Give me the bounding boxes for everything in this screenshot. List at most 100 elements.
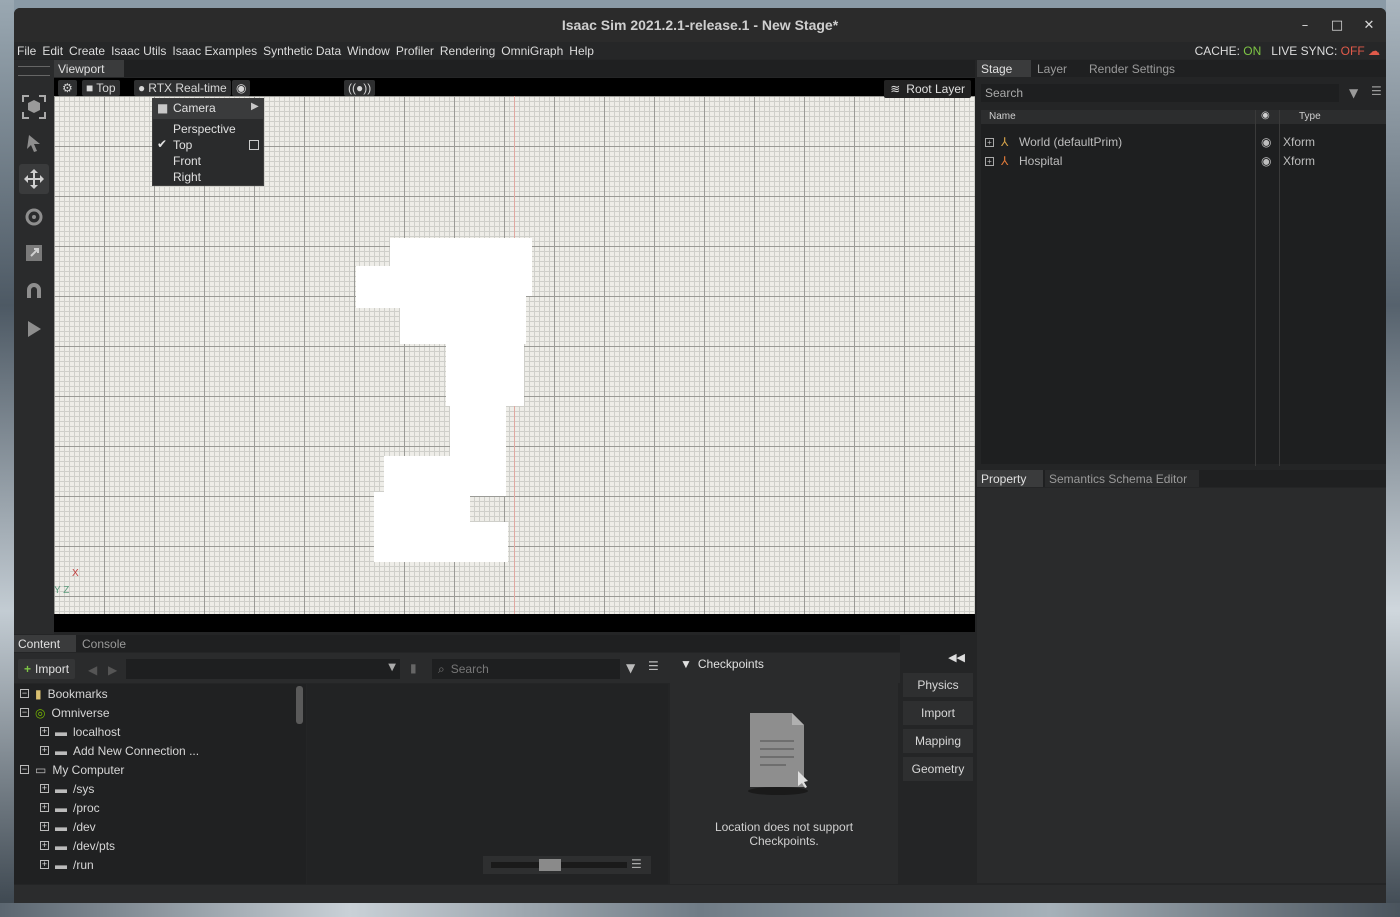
menu-file[interactable]: File — [14, 44, 39, 58]
live-stream-button[interactable]: ((●)) — [344, 80, 376, 96]
expand-icon[interactable]: + — [985, 156, 994, 166]
eye-icon: ◉ — [1261, 110, 1270, 121]
tab-semantics-schema-editor[interactable]: Semantics Schema Editor — [1045, 470, 1199, 487]
move-tool[interactable] — [19, 164, 49, 194]
mapping-button[interactable]: Mapping — [903, 729, 973, 753]
camera-menu-header[interactable]: ■ Camera ▶ — [153, 99, 263, 119]
drive-icon: ▬ — [55, 781, 67, 796]
camera-option-top[interactable]: Top — [173, 137, 192, 153]
geometry-button[interactable]: Geometry — [903, 757, 973, 781]
column-divider[interactable] — [1279, 110, 1280, 466]
live-sync-status[interactable]: LIVE SYNC: OFF ☁ — [1271, 44, 1380, 58]
bookmark-icon[interactable]: ▮ — [410, 661, 417, 675]
visibility-button[interactable]: ◉ — [232, 80, 251, 96]
filter-icon[interactable]: ▼ — [626, 661, 635, 675]
menu-window[interactable]: Window — [344, 44, 393, 58]
back-arrow-icon[interactable]: ◀ — [88, 663, 97, 677]
tab-console[interactable]: Console — [78, 635, 136, 652]
menu-help[interactable]: Help — [566, 44, 597, 58]
expand-icon[interactable]: + — [40, 746, 49, 755]
expand-icon[interactable]: + — [40, 803, 49, 812]
tree-item-dev-pts[interactable]: + ▬ /dev/pts — [40, 836, 115, 855]
physics-button[interactable]: Physics — [903, 673, 973, 697]
expand-icon[interactable]: + — [40, 860, 49, 869]
column-divider[interactable] — [1255, 110, 1256, 466]
name-column-header[interactable]: Name — [989, 111, 1016, 122]
camera-option-right[interactable]: Right — [173, 169, 201, 185]
content-search-input[interactable]: ⌕ Search — [432, 659, 620, 679]
snap-tool[interactable] — [19, 276, 49, 306]
expand-icon[interactable]: + — [985, 137, 994, 147]
tab-property[interactable]: Property — [977, 470, 1043, 487]
cursor-icon — [27, 135, 40, 152]
menu-create[interactable]: Create — [66, 44, 108, 58]
menu-omnigraph[interactable]: OmniGraph — [498, 44, 566, 58]
menu-synthetic-data[interactable]: Synthetic Data — [260, 44, 344, 58]
tree-item-run[interactable]: + ▬ /run — [40, 855, 94, 874]
expand-icon[interactable]: + — [40, 841, 49, 850]
tab-render-settings[interactable]: Render Settings — [1085, 60, 1185, 77]
expand-icon[interactable]: + — [40, 822, 49, 831]
eye-icon: ◉ — [236, 81, 247, 95]
root-layer-button[interactable]: ≋ Root Layer — [884, 80, 971, 98]
expand-icon[interactable]: + — [40, 727, 49, 736]
tree-item-bookmarks[interactable]: − ▮ Bookmarks — [20, 684, 108, 703]
checkpoints-header[interactable]: ▼ Checkpoints — [680, 657, 764, 671]
collapse-icon[interactable]: − — [20, 689, 29, 698]
menu-isaac-examples[interactable]: Isaac Examples — [169, 44, 260, 58]
frame-selection-tool[interactable] — [19, 92, 49, 122]
import-button[interactable]: + Import — [18, 659, 76, 679]
zoom-slider[interactable]: ☰ — [483, 856, 651, 874]
menu-icon[interactable]: ☰ — [648, 659, 659, 673]
zoom-slider-handle[interactable] — [539, 859, 561, 871]
visibility-eye-icon[interactable]: ◉ — [1261, 154, 1271, 168]
forward-arrow-icon[interactable]: ▶ — [108, 663, 117, 677]
path-dropdown[interactable]: ▼ — [126, 659, 400, 679]
camera-button[interactable]: ■ Top — [82, 80, 120, 96]
rotate-tool[interactable] — [19, 202, 49, 232]
menu-isaac-utils[interactable]: Isaac Utils — [108, 44, 169, 58]
tab-viewport[interactable]: Viewport — [54, 60, 124, 77]
viewport-settings-button[interactable]: ⚙ — [58, 80, 77, 96]
tree-item-sys[interactable]: + ▬ /sys — [40, 779, 94, 798]
stage-search-input[interactable]: Search — [981, 84, 1339, 102]
collapse-panel-icon[interactable]: ◀◀ — [948, 651, 965, 664]
tab-layer[interactable]: Layer — [1033, 60, 1083, 77]
render-mode-button[interactable]: ● RTX Real-time — [134, 80, 231, 96]
stage-row-hospital[interactable]: + ⅄ Hospital ◉ Xform — [981, 152, 1386, 170]
play-button[interactable] — [19, 314, 49, 344]
tree-item-proc[interactable]: + ▬ /proc — [40, 798, 100, 817]
minimize-button[interactable]: – — [1296, 16, 1314, 34]
menu-icon[interactable]: ☰ — [1371, 84, 1382, 98]
tree-item-dev[interactable]: + ▬ /dev — [40, 817, 96, 836]
tree-item-my-computer[interactable]: − ▭ My Computer — [20, 760, 124, 779]
type-column-header[interactable]: Type — [1299, 111, 1321, 122]
maximize-button[interactable]: □ — [1328, 16, 1346, 34]
menu-rendering[interactable]: Rendering — [437, 44, 498, 58]
filter-icon[interactable]: ▼ — [1349, 86, 1358, 100]
collapse-icon[interactable]: − — [20, 765, 29, 774]
tree-item-add-connection[interactable]: + ▬ Add New Connection ... — [40, 741, 199, 760]
list-view-icon[interactable]: ☰ — [631, 857, 642, 871]
close-button[interactable]: ✕ — [1360, 16, 1378, 34]
select-tool[interactable] — [19, 128, 49, 158]
collapse-icon[interactable]: − — [20, 708, 29, 717]
floorplan-block — [450, 396, 506, 496]
visibility-eye-icon[interactable]: ◉ — [1261, 135, 1271, 149]
tree-item-omniverse[interactable]: − ◎ Omniverse — [20, 703, 110, 722]
checkbox-icon[interactable] — [249, 140, 259, 150]
menu-edit[interactable]: Edit — [39, 44, 66, 58]
stage-row-world[interactable]: + ⅄ World (defaultPrim) ◉ Xform — [981, 133, 1386, 151]
import-side-button[interactable]: Import — [903, 701, 973, 725]
tab-stage[interactable]: Stage — [977, 60, 1031, 77]
expand-icon[interactable]: + — [40, 784, 49, 793]
tab-content[interactable]: Content — [14, 635, 76, 652]
file-browser[interactable]: ☰ — [307, 684, 668, 884]
tree-item-localhost[interactable]: + ▬ localhost — [40, 722, 120, 741]
drag-handle-icon[interactable] — [18, 66, 50, 76]
menu-profiler[interactable]: Profiler — [393, 44, 437, 58]
camera-option-front[interactable]: Front — [173, 153, 201, 169]
scale-tool[interactable] — [19, 238, 49, 268]
camera-option-perspective[interactable]: Perspective — [173, 121, 236, 137]
tree-scrollbar[interactable] — [296, 686, 303, 724]
